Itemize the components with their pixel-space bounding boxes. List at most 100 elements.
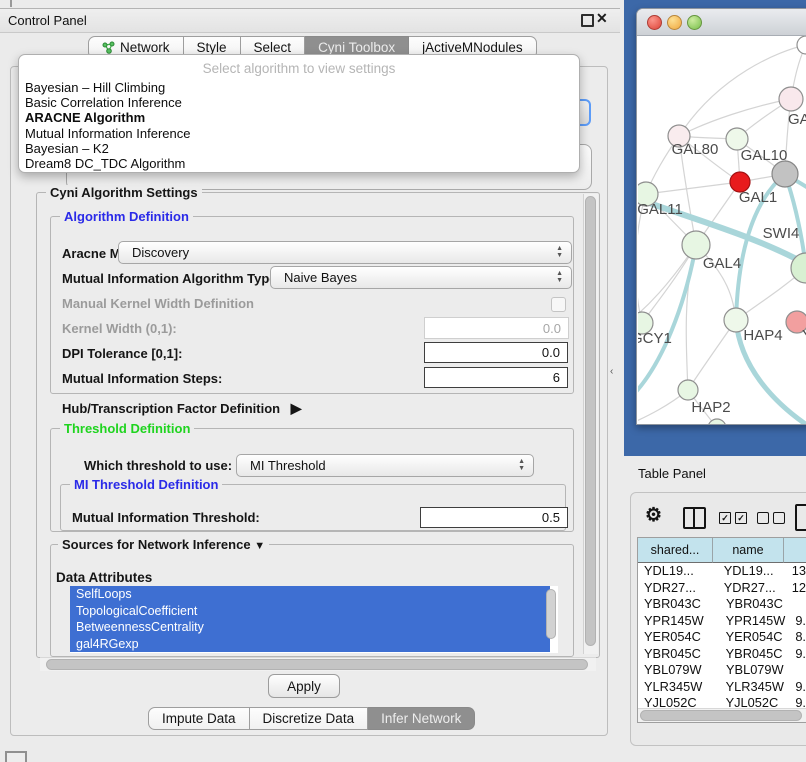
network-icon (102, 41, 115, 54)
kernel-width-label: Kernel Width (0,1): (62, 321, 177, 336)
close-icon[interactable]: ✕ (596, 10, 608, 27)
table-row[interactable]: YLR345WYLR345W9. (638, 679, 806, 696)
cell: YDL19... (638, 563, 716, 580)
table-row[interactable]: YDL19...YDL19...13 (638, 563, 806, 580)
zoom-traffic-light[interactable] (687, 15, 702, 30)
node-label: GAL4 (703, 255, 741, 272)
network-canvas[interactable]: GAL GAL80 GAL10 GAL1 GAL11 SWI4 GAL4 GCY… (638, 36, 806, 424)
float-window-icon[interactable] (581, 14, 594, 27)
table-settings-gear-icon[interactable]: ⚙ (645, 504, 662, 527)
aracne-mode-select[interactable]: Discovery ▲▼ (118, 241, 572, 264)
dropdown-item[interactable]: Dream8 DC_TDC Algorithm (25, 156, 573, 171)
which-threshold-select[interactable]: MI Threshold ▲▼ (236, 454, 534, 477)
node-label: GCY1 (638, 330, 672, 347)
algorithm-dropdown-popup: Select algorithm to view settings Bayesi… (18, 54, 580, 173)
node-label: GAL80 (672, 141, 719, 158)
deselect-all-columns-icon[interactable] (757, 512, 785, 524)
tab-jactivemnodules-label: jActiveMNodules (422, 40, 523, 55)
stepper-arrows-icon: ▲▼ (518, 458, 525, 472)
bottom-left-widget-icon[interactable] (5, 751, 27, 762)
mi-type-label: Mutual Information Algorithm Type: (62, 271, 281, 286)
settings-vertical-scrollbar-thumb[interactable] (585, 196, 596, 646)
table-row[interactable]: YJL052CYJL052C9. (638, 695, 806, 707)
node (797, 36, 806, 54)
attribute-item-selected[interactable]: TopologicalCoefficient (70, 603, 550, 620)
node-label: GAL1 (739, 189, 777, 206)
table-row[interactable]: YPR145WYPR145W9. (638, 613, 806, 630)
cell: YBL079W (718, 662, 790, 679)
network-graph: GAL GAL80 GAL10 GAL1 GAL11 SWI4 GAL4 GCY… (638, 36, 806, 425)
dpi-tolerance-input[interactable]: 0.0 (424, 342, 568, 363)
tab-cyni-toolbox-label: Cyni Toolbox (318, 40, 395, 55)
attribute-item-selected[interactable]: SelfLoops (70, 586, 550, 603)
close-traffic-light[interactable] (647, 15, 662, 30)
settings-horizontal-scrollbar-thumb[interactable] (46, 659, 588, 670)
table-row[interactable]: YBR045CYBR045C9. (638, 646, 806, 663)
mi-type-select[interactable]: Naive Bayes ▲▼ (270, 266, 572, 289)
dpi-tolerance-label: DPI Tolerance [0,1]: (62, 346, 182, 361)
column-header-shared-name[interactable]: shared... (638, 538, 713, 563)
tab-discretize-data[interactable]: Discretize Data (250, 707, 369, 730)
cell: YDR27... (716, 580, 786, 597)
dropdown-item[interactable]: Mutual Information Inference (25, 126, 573, 141)
tab-style-label: Style (197, 40, 227, 55)
unchecked-box-icon (757, 512, 769, 524)
sources-toggle[interactable]: Sources for Network Inference ▼ (58, 537, 269, 552)
which-threshold-value: MI Threshold (250, 458, 326, 473)
cell: YPR145W (718, 613, 790, 630)
column-header-name[interactable]: name (713, 538, 784, 563)
table-row[interactable]: YER054CYER054C8. (638, 629, 806, 646)
mi-steps-input[interactable]: 6 (424, 367, 568, 388)
column-header-clipped[interactable] (784, 538, 806, 563)
table-panel-titlebar: Table Panel (622, 460, 806, 486)
apply-button[interactable]: Apply (268, 674, 340, 698)
attribute-item-selected[interactable]: BetweennessCentrality (70, 619, 550, 636)
manual-kernel-label: Manual Kernel Width Definition (62, 296, 254, 311)
aracne-mode-value: Discovery (132, 245, 189, 260)
cyni-algorithm-settings-title: Cyni Algorithm Settings (46, 185, 202, 200)
mi-type-value: Naive Bayes (284, 270, 357, 285)
column-header-label: shared... (651, 543, 700, 557)
panel-divider-grip[interactable]: ‹ (610, 366, 613, 377)
checked-box-icon: ✓ (719, 512, 731, 524)
dropdown-item[interactable]: Bayesian – K2 (25, 141, 573, 156)
tab-infer-network[interactable]: Infer Network (368, 707, 475, 730)
cell: YDR27... (638, 580, 716, 597)
network-window-titlebar[interactable] (637, 9, 806, 36)
kernel-width-input[interactable]: 0.0 (424, 317, 569, 339)
cell: 12 (786, 580, 806, 597)
dropdown-item[interactable]: Bayesian – Hill Climbing (25, 80, 573, 95)
dropdown-placeholder: Select algorithm to view settings (19, 61, 579, 76)
node-label: GAL (788, 111, 806, 128)
table-row[interactable]: YBL079WYBL079W (638, 662, 806, 679)
mi-threshold-title: MI Threshold Definition (70, 477, 222, 492)
mi-steps-label: Mutual Information Steps: (62, 371, 222, 386)
apply-button-label: Apply (287, 679, 321, 694)
network-window[interactable]: GAL GAL80 GAL10 GAL1 GAL11 SWI4 GAL4 GCY… (636, 8, 806, 425)
manual-kernel-checkbox[interactable] (551, 297, 566, 312)
table-row[interactable]: YBR043CYBR043C (638, 596, 806, 613)
table-row[interactable]: YDR27...YDR27...12 (638, 580, 806, 597)
minimize-traffic-light[interactable] (667, 15, 682, 30)
data-attributes-label: Data Attributes (56, 570, 152, 585)
cell: YBR045C (718, 646, 790, 663)
node-label: Y (802, 327, 806, 344)
mi-threshold-input[interactable]: 0.5 (420, 507, 568, 528)
dropdown-item[interactable]: Basic Correlation Inference (25, 95, 573, 110)
attribute-item-selected[interactable]: gal4RGexp (70, 636, 550, 653)
attribute-list-scrollbar-thumb[interactable] (546, 589, 556, 639)
node-label: HAP4 (743, 327, 782, 344)
stepper-arrows-icon: ▲▼ (556, 270, 563, 284)
hub-definition-toggle[interactable]: Hub/Transcription Factor Definition ▶ (62, 400, 302, 417)
table-horizontal-scrollbar-thumb[interactable] (640, 710, 802, 721)
select-all-columns-icon[interactable]: ✓ ✓ (719, 512, 747, 524)
node-label: SWI4 (763, 225, 800, 242)
table-body[interactable]: YDL19...YDL19...13 YDR27...YDR27...12 YB… (638, 563, 806, 707)
cell: YDL19... (716, 563, 786, 580)
split-panel-icon[interactable] (683, 507, 706, 529)
cell: YER054C (718, 629, 790, 646)
tab-network-label: Network (120, 40, 170, 55)
dropdown-item-selected[interactable]: ARACNE Algorithm (25, 110, 573, 125)
tab-impute-data[interactable]: Impute Data (148, 707, 250, 730)
new-table-page-icon[interactable] (795, 504, 806, 531)
